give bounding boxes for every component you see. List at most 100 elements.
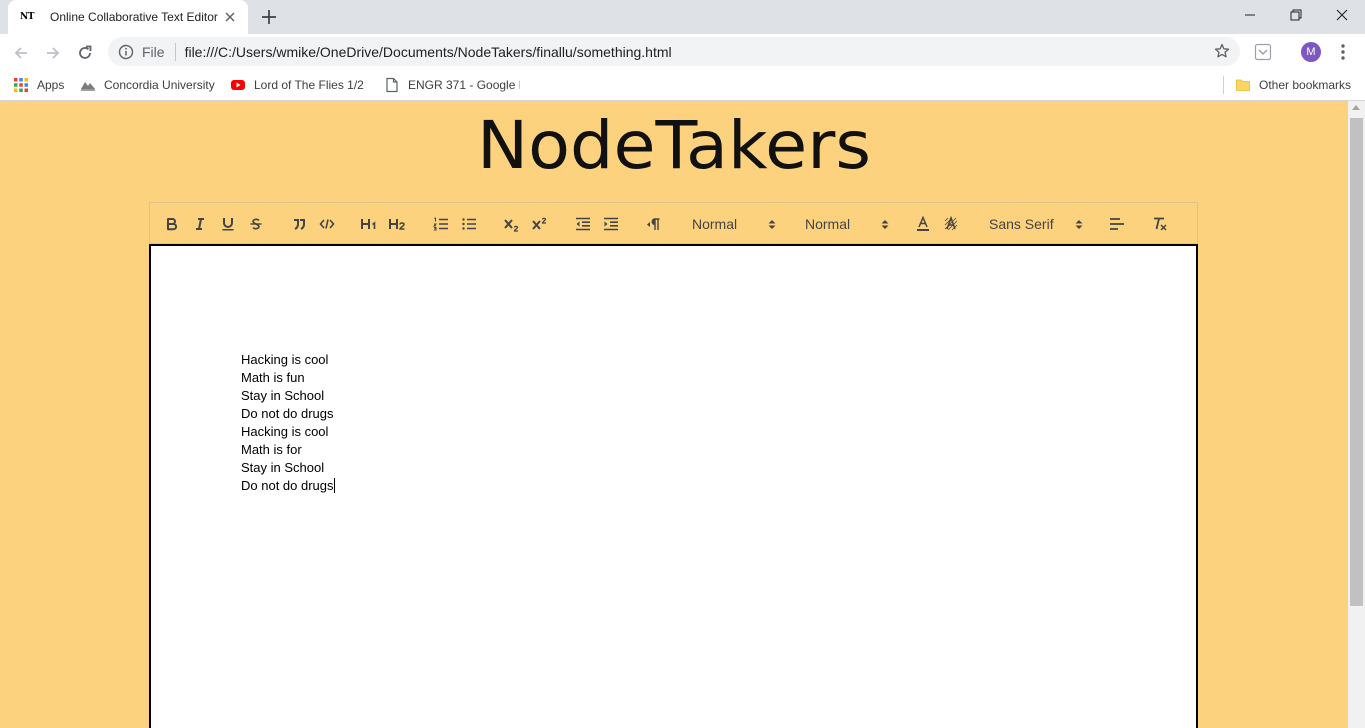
- bold-button[interactable]: [161, 213, 183, 235]
- extension-pocket-icon[interactable]: [1254, 43, 1272, 61]
- ordered-list-button[interactable]: [430, 213, 452, 235]
- url-scheme-label: File: [142, 43, 165, 60]
- italic-icon: [196, 218, 204, 230]
- bookmark-label: ENGR 371 - Google D: [408, 78, 520, 92]
- concordia-icon: [81, 82, 95, 91]
- apps-grid-icon: [14, 78, 28, 92]
- nodetakers-favicon-icon: NT: [20, 12, 34, 22]
- header-picker[interactable]: Normal: [692, 213, 776, 235]
- editor-line: Math is for: [241, 442, 302, 457]
- browser-toolbar: File file:///C:/Users/wmike/OneDrive/Doc…: [0, 34, 1365, 70]
- underline-icon: [222, 218, 234, 231]
- reload-icon: [79, 45, 92, 59]
- bookmark-lord-of-the-flies[interactable]: Lord of The Flies 1/2: [230, 76, 364, 94]
- nodetakers-logo: NodeTakers: [474, 107, 874, 184]
- bookmark-label: Lord of The Flies 1/2: [254, 78, 364, 92]
- outdent-button[interactable]: [572, 213, 594, 235]
- bookmark-label: Apps: [37, 78, 65, 92]
- subscript-icon: [504, 219, 519, 232]
- size-picker[interactable]: Normal: [805, 213, 889, 235]
- bookmark-engr-371[interactable]: ENGR 371 - Google D: [384, 76, 520, 94]
- underline-button[interactable]: [217, 213, 239, 235]
- plus-icon: [262, 10, 276, 24]
- logo-text: NodeTakers: [477, 108, 871, 184]
- editor-line-text: Do not do drugs: [241, 478, 334, 493]
- tab-strip: NT Online Collaborative Text Editor: [0, 0, 1365, 34]
- bookmark-apps[interactable]: Apps: [13, 76, 64, 94]
- tab-title: Online Collaborative Text Editor: [50, 10, 218, 24]
- code-block-button[interactable]: [316, 213, 338, 235]
- header-2-button[interactable]: [387, 213, 409, 235]
- outdent-icon: [576, 217, 590, 231]
- strikethrough-icon: [250, 218, 262, 230]
- code-icon: [319, 219, 335, 229]
- font-picker-value: Sans Serif: [989, 216, 1054, 232]
- forward-arrow-icon: [47, 47, 60, 59]
- superscript-button[interactable]: [529, 213, 551, 235]
- background-color-button[interactable]: [940, 213, 962, 235]
- strike-button[interactable]: [245, 213, 267, 235]
- scroll-up-arrow-icon[interactable]: [1352, 105, 1360, 110]
- size-picker-value: Normal: [805, 216, 851, 232]
- bookmarks-bar: Apps Concordia University Lord of The Fl…: [0, 70, 1365, 101]
- clear-formatting-icon: [1154, 217, 1167, 231]
- text-color-button[interactable]: [912, 213, 934, 235]
- other-bookmarks[interactable]: Other bookmarks: [1235, 76, 1351, 94]
- heading-2-icon: [389, 219, 405, 230]
- editor-line: Hacking is cool: [241, 424, 329, 439]
- picker-arrows-icon: [881, 220, 889, 229]
- back-arrow-icon: [14, 47, 27, 59]
- restore-button[interactable]: [1273, 0, 1319, 30]
- browser-tab[interactable]: NT Online Collaborative Text Editor: [8, 0, 248, 34]
- editor-line: Stay in School: [241, 388, 325, 403]
- picker-arrows-icon: [1075, 220, 1083, 229]
- bookmark-star-icon[interactable]: [1214, 43, 1230, 59]
- editor-line: Hacking is cool: [241, 352, 329, 367]
- profile-avatar[interactable]: M: [1301, 42, 1321, 62]
- close-window-button[interactable]: [1319, 0, 1365, 30]
- subscript-button[interactable]: [501, 213, 523, 235]
- editor-line: Math is fun: [241, 370, 305, 385]
- direction-button[interactable]: [643, 213, 665, 235]
- browser-menu-button[interactable]: [1334, 42, 1352, 62]
- background-color-icon: [944, 215, 958, 231]
- scrollbar-thumb[interactable]: [1350, 118, 1363, 606]
- minimize-icon: [1245, 14, 1255, 16]
- indent-button[interactable]: [600, 213, 622, 235]
- font-picker[interactable]: Sans Serif: [989, 213, 1083, 235]
- ordered-list-icon: [432, 217, 448, 231]
- address-bar[interactable]: File file:///C:/Users/wmike/OneDrive/Doc…: [108, 37, 1240, 66]
- editor-toolbar: Normal Normal Sans Serif: [149, 202, 1198, 244]
- clear-formatting-button[interactable]: [1149, 213, 1171, 235]
- text-editor[interactable]: Hacking is cool Math is fun Stay in Scho…: [149, 244, 1198, 728]
- editor-line-last: Do not do drugs: [241, 477, 335, 495]
- superscript-icon: [532, 217, 547, 230]
- picker-arrows-icon: [768, 220, 776, 229]
- editor-line: Do not do drugs: [241, 406, 334, 421]
- header-picker-value: Normal: [692, 216, 738, 232]
- heading-1-icon: [361, 219, 376, 229]
- forward-button[interactable]: [40, 40, 66, 66]
- info-icon[interactable]: [118, 44, 134, 60]
- editor-line: Stay in School: [241, 460, 325, 475]
- close-tab-icon[interactable]: [222, 9, 238, 25]
- bold-icon: [167, 218, 178, 231]
- blockquote-button[interactable]: [288, 213, 310, 235]
- youtube-icon: [231, 80, 245, 90]
- align-button[interactable]: [1106, 213, 1128, 235]
- header-1-button[interactable]: [359, 213, 381, 235]
- new-tab-button[interactable]: [258, 6, 280, 28]
- back-button[interactable]: [8, 40, 34, 66]
- bullet-list-button[interactable]: [458, 213, 480, 235]
- page-scrollbar[interactable]: [1348, 101, 1365, 728]
- reload-button[interactable]: [72, 40, 98, 66]
- minimize-button[interactable]: [1227, 0, 1273, 30]
- url-text[interactable]: file:///C:/Users/wmike/OneDrive/Document…: [185, 44, 672, 60]
- align-left-icon: [1110, 218, 1124, 230]
- italic-button[interactable]: [189, 213, 211, 235]
- bookmark-concordia[interactable]: Concordia University: [80, 76, 215, 94]
- bookmarks-divider: [1223, 76, 1224, 94]
- blockquote-icon: [294, 219, 305, 230]
- editor-content[interactable]: Hacking is cool Math is fun Stay in Scho…: [241, 351, 335, 495]
- indent-icon: [604, 217, 618, 231]
